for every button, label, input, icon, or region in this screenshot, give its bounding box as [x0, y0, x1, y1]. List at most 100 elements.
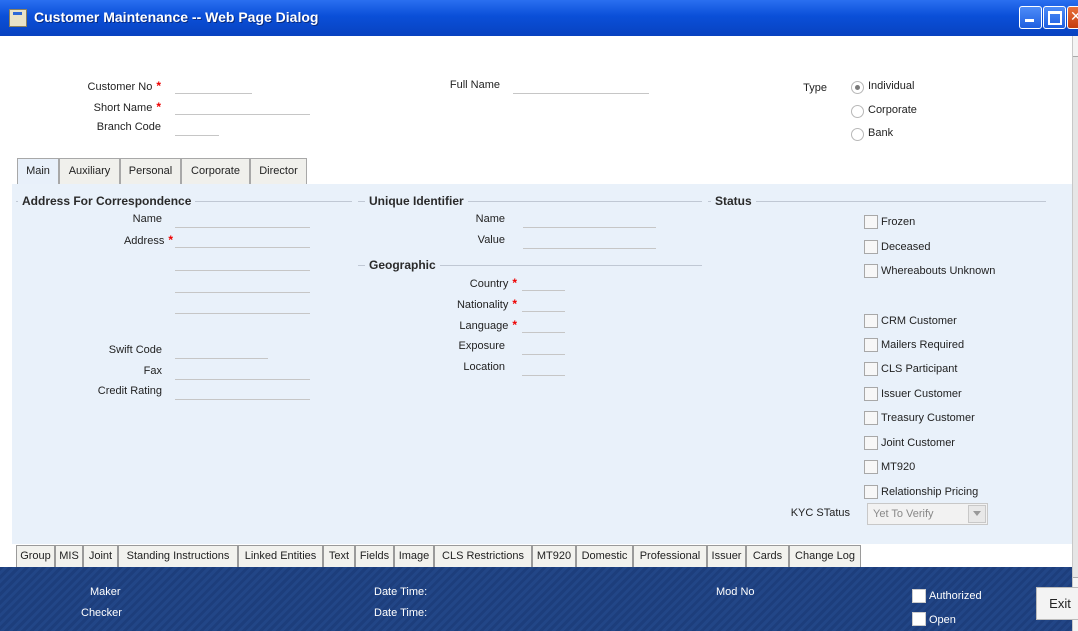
whereabouts-unknown-checkbox[interactable] — [864, 264, 878, 278]
mt920-label: MT920 — [881, 461, 916, 473]
address-line-2-input[interactable] — [175, 256, 310, 271]
country-input[interactable] — [522, 276, 565, 291]
window-icon — [9, 9, 27, 27]
address-label: Address * — [123, 233, 173, 247]
tab-domestic[interactable]: Domestic — [576, 545, 633, 568]
nationality-input[interactable] — [522, 297, 565, 312]
tab-issuer[interactable]: Issuer — [707, 545, 746, 568]
unique-value-input[interactable] — [523, 234, 656, 249]
window-title: Customer Maintenance -- Web Page Dialog — [34, 9, 319, 25]
unique-name-input[interactable] — [523, 213, 656, 228]
tab-cls-restrictions[interactable]: CLS Restrictions — [434, 545, 532, 568]
unique-name-label: Name — [475, 213, 505, 225]
tab-corporate[interactable]: Corporate — [181, 158, 250, 184]
branch-code-label: Branch Code — [96, 121, 161, 133]
tab-fields[interactable]: Fields — [355, 545, 394, 568]
address-line-1-input[interactable] — [175, 233, 310, 248]
customer-no-input[interactable] — [175, 79, 252, 94]
type-corporate-radio[interactable] — [851, 105, 864, 118]
whereabouts-unknown-label: Whereabouts Unknown — [881, 265, 996, 277]
swift-code-input[interactable] — [175, 344, 268, 359]
frozen-checkbox[interactable] — [864, 215, 878, 229]
location-input[interactable] — [522, 361, 565, 376]
tab-text[interactable]: Text — [323, 545, 355, 568]
address-line-4-input[interactable] — [175, 299, 310, 314]
tab-main[interactable]: Main — [17, 158, 59, 186]
type-corporate-label: Corporate — [868, 104, 917, 116]
deceased-checkbox[interactable] — [864, 240, 878, 254]
short-name-input[interactable] — [175, 100, 310, 115]
type-bank-radio[interactable] — [851, 128, 864, 141]
type-individual-radio[interactable] — [851, 81, 864, 94]
status-title: Status — [711, 194, 756, 208]
audit-footer: Maker Checker Date Time: Date Time: Mod … — [0, 567, 1072, 631]
fax-input[interactable] — [175, 365, 310, 380]
tab-personal[interactable]: Personal — [120, 158, 181, 184]
credit-rating-label: Credit Rating — [97, 385, 162, 397]
maker-label: Maker — [90, 586, 121, 598]
exit-button[interactable]: Exit — [1036, 587, 1078, 620]
kyc-status-select[interactable]: Yet To Verify — [867, 503, 988, 525]
language-input[interactable] — [522, 318, 565, 333]
kyc-status-value: Yet To Verify — [873, 508, 934, 520]
tab-joint[interactable]: Joint — [83, 545, 118, 568]
cls-participant-checkbox[interactable] — [864, 362, 878, 376]
full-name-input[interactable] — [513, 79, 649, 94]
minimize-button[interactable] — [1019, 6, 1042, 29]
tab-mis[interactable]: MIS — [55, 545, 83, 568]
close-button[interactable] — [1067, 6, 1078, 29]
chevron-down-icon[interactable] — [968, 505, 986, 523]
tab-standing-instructions[interactable]: Standing Instructions — [118, 545, 238, 568]
geographic-title: Geographic — [365, 258, 440, 272]
authorized-label: Authorized — [929, 590, 982, 602]
mailers-required-label: Mailers Required — [881, 339, 965, 351]
unique-value-label: Value — [477, 234, 505, 246]
joint-customer-checkbox[interactable] — [864, 436, 878, 450]
address-name-input[interactable] — [175, 213, 310, 228]
branch-code-input[interactable] — [175, 121, 219, 136]
issuer-customer-checkbox[interactable] — [864, 387, 878, 401]
maximize-button[interactable] — [1043, 6, 1066, 29]
mailers-required-checkbox[interactable] — [864, 338, 878, 352]
mod-no-label: Mod No — [716, 586, 755, 598]
open-checkbox — [912, 612, 926, 626]
exposure-input[interactable] — [522, 340, 565, 355]
maker-date-time-label: Date Time: — [374, 586, 428, 598]
tab-image[interactable]: Image — [394, 545, 434, 568]
type-label: Type — [803, 82, 827, 94]
crm-customer-label: CRM Customer — [881, 315, 957, 327]
relationship-pricing-label: Relationship Pricing — [881, 486, 979, 498]
crm-customer-checkbox[interactable] — [864, 314, 878, 328]
location-label: Location — [463, 361, 505, 373]
customer-no-label: Customer No * — [87, 79, 161, 93]
address-line-3-input[interactable] — [175, 278, 310, 293]
fax-label: Fax — [143, 365, 162, 377]
address-section-title: Address For Correspondence — [18, 194, 196, 208]
tab-linked-entities[interactable]: Linked Entities — [238, 545, 323, 568]
tab-group[interactable]: Group — [16, 545, 55, 568]
open-label: Open — [929, 614, 956, 626]
relationship-pricing-checkbox[interactable] — [864, 485, 878, 499]
tab-change-log[interactable]: Change Log — [789, 545, 861, 568]
language-label: Language * — [459, 318, 517, 332]
tab-director[interactable]: Director — [250, 158, 307, 184]
treasury-customer-label: Treasury Customer — [881, 412, 975, 424]
full-name-label: Full Name — [449, 79, 500, 91]
cls-participant-label: CLS Participant — [881, 363, 958, 375]
checker-label: Checker — [81, 607, 122, 619]
tab-mt920[interactable]: MT920 — [532, 545, 576, 568]
type-bank-label: Bank — [868, 127, 894, 139]
nationality-label: Nationality * — [456, 297, 517, 311]
deceased-label: Deceased — [881, 241, 931, 253]
issuer-customer-label: Issuer Customer — [881, 388, 962, 400]
mt920-checkbox[interactable] — [864, 460, 878, 474]
tab-cards[interactable]: Cards — [746, 545, 789, 568]
treasury-customer-checkbox[interactable] — [864, 411, 878, 425]
scrollbar-thumb[interactable] — [1073, 56, 1078, 578]
tab-auxiliary[interactable]: Auxiliary — [59, 158, 120, 184]
swift-code-label: Swift Code — [108, 344, 162, 356]
credit-rating-input[interactable] — [175, 385, 310, 400]
tab-professional[interactable]: Professional — [633, 545, 707, 568]
vertical-scrollbar[interactable] — [1072, 36, 1078, 631]
address-name-label: Name — [132, 213, 162, 225]
